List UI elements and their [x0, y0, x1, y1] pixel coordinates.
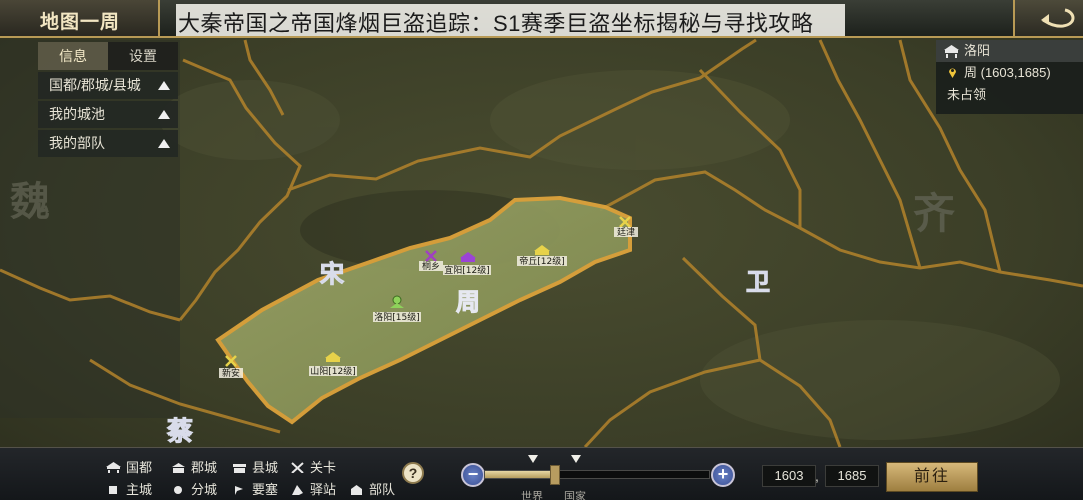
- bottom-bar: 国都 郡城 县城 关卡 主城 分城 要塞 驿站 部队 ? − + 世界 国家 1…: [0, 447, 1083, 500]
- zoom-label-country: 国家: [564, 491, 586, 500]
- return-button[interactable]: [1013, 0, 1083, 36]
- coord-separator: ,: [815, 468, 819, 484]
- legend-prefecture: 郡城: [170, 457, 217, 476]
- zoom-slider-thumb[interactable]: [550, 465, 561, 485]
- collapse-arrow-icon: [158, 139, 170, 148]
- legend-pass: 关卡: [289, 457, 336, 476]
- tab-info[interactable]: 信息: [38, 42, 108, 70]
- svg-text:新安: 新安: [222, 367, 240, 379]
- location-pin-icon: [949, 68, 956, 78]
- legend-fortress: 要塞: [231, 479, 278, 498]
- region-label-wei2: 卫: [746, 270, 770, 296]
- panel-tabs: 信息 设置: [38, 42, 178, 70]
- region-label-wei: 魏: [10, 179, 50, 224]
- map-title: 地图一周: [0, 0, 160, 36]
- left-panel: 信息 设置 国都/郡城/县城 我的城池 我的部队: [38, 42, 178, 157]
- zoom-slider[interactable]: [484, 465, 710, 485]
- legend-branch-city: 分城: [170, 479, 217, 498]
- region-label-cai: 蔡: [167, 417, 193, 446]
- tab-settings[interactable]: 设置: [108, 42, 178, 70]
- svg-text:山阳[12级]: 山阳[12级]: [310, 365, 355, 377]
- troop-icon: [351, 485, 362, 495]
- go-button[interactable]: 前往: [886, 462, 978, 492]
- post-station-icon: [292, 485, 303, 495]
- article-title-overlay: 大秦帝国之帝国烽烟巨盗追踪：S1赛季巨盗坐标揭秘与寻找攻略: [176, 4, 845, 36]
- svg-text:宜阳[12级]: 宜阳[12级]: [444, 264, 489, 276]
- coord-y-input[interactable]: 1685: [825, 465, 879, 487]
- zoom-slider-fill: [485, 471, 556, 478]
- legend-main-city: 主城: [105, 479, 152, 498]
- legend-capital: 国都: [105, 457, 152, 476]
- zoom-in-button[interactable]: +: [711, 463, 735, 487]
- panel-row-label: 我的部队: [49, 135, 105, 151]
- collapse-arrow-icon: [158, 110, 170, 119]
- panel-row-my-troops[interactable]: 我的部队: [38, 130, 178, 157]
- region-label-song: 宋: [320, 260, 344, 288]
- branch-city-icon: [174, 486, 182, 494]
- panel-row-cities[interactable]: 国都/郡城/县城: [38, 72, 178, 99]
- city-status: 未占领: [947, 87, 987, 102]
- legend-post-station: 驿站: [289, 479, 336, 498]
- collapse-arrow-icon: [158, 81, 170, 90]
- main-city-icon: [109, 486, 117, 494]
- svg-text:洛阳[15级]: 洛阳[15级]: [374, 311, 419, 323]
- svg-text:廷津: 廷津: [617, 226, 635, 238]
- region-label-zhou: 周: [456, 290, 480, 316]
- city-location-row: 周 (1603,1685): [936, 62, 1083, 84]
- capital-icon: [944, 45, 959, 58]
- capital-icon: [106, 462, 121, 473]
- city-name: 洛阳: [964, 43, 991, 58]
- fortress-icon: [235, 486, 243, 495]
- panel-row-label: 国都/郡城/县城: [49, 77, 141, 93]
- swirl-return-icon: [1041, 8, 1075, 28]
- svg-text:帝丘[12级]: 帝丘[12级]: [519, 255, 564, 267]
- legend-troop: 部队: [348, 479, 395, 498]
- city-info-card[interactable]: 洛阳 周 (1603,1685) 未占领: [936, 40, 1083, 114]
- panel-row-my-cities[interactable]: 我的城池: [38, 101, 178, 128]
- prefecture-icon: [172, 463, 185, 473]
- help-button[interactable]: ?: [402, 462, 424, 484]
- panel-row-label: 我的城池: [49, 106, 105, 122]
- city-location: 周 (1603,1685): [964, 65, 1051, 80]
- city-info-header: 洛阳: [936, 40, 1083, 62]
- county-icon: [233, 464, 246, 473]
- zoom-label-world: 世界: [521, 491, 543, 500]
- svg-text:桐乡: 桐乡: [422, 260, 440, 272]
- pass-icon: [291, 462, 304, 473]
- zoom-out-button[interactable]: −: [461, 463, 485, 487]
- zoom-mark-world-icon: [528, 455, 538, 463]
- region-label-qi: 齐: [913, 191, 955, 238]
- zoom-mark-country-icon: [571, 455, 581, 463]
- legend-county: 县城: [231, 457, 278, 476]
- coord-x-input[interactable]: 1603: [762, 465, 816, 487]
